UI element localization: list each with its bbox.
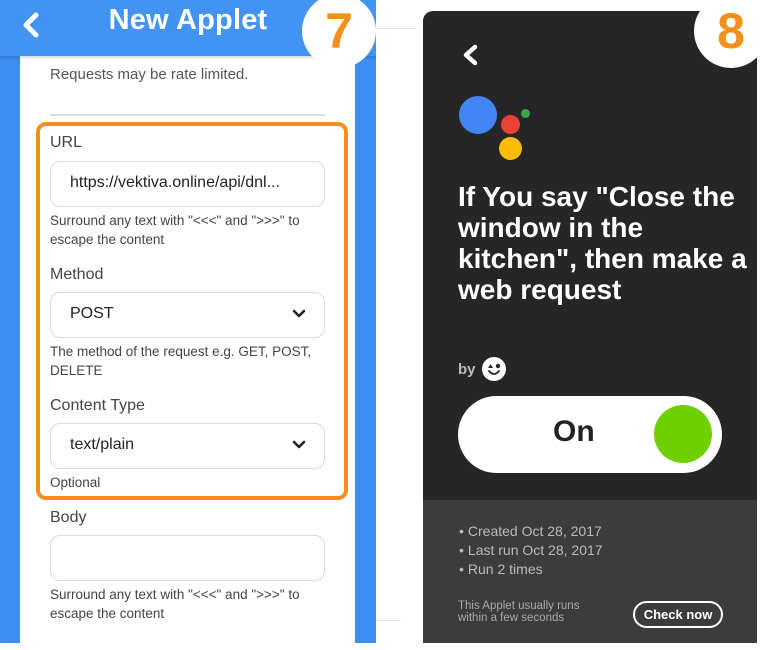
chevron-down-icon [292, 440, 306, 449]
chevron-down-icon [292, 309, 306, 318]
method-select[interactable]: POST [50, 292, 325, 338]
divider [376, 28, 416, 29]
green-dot [521, 109, 530, 118]
applet-title: If You say "Close the window in the kitc… [458, 181, 747, 305]
content-type-select[interactable]: text/plain [50, 423, 325, 469]
form-card: Requests may be rate limited. URL https:… [20, 56, 355, 643]
applet-detail-screen: If You say "Close the window in the kitc… [423, 11, 757, 643]
url-helper: Surround any text with "<<<" and ">>>" t… [50, 213, 300, 247]
divider [50, 114, 325, 116]
avatar[interactable] [481, 357, 506, 381]
rate-limit-note: Requests may be rate limited. [50, 66, 249, 83]
applet-stats: Created Oct 28, 2017 Last run Oct 28, 20… [459, 522, 603, 579]
yellow-dot [499, 137, 522, 160]
divider [376, 620, 401, 621]
url-input[interactable]: https://vektiva.online/api/dnl... [50, 161, 325, 207]
by-label: by [458, 360, 476, 378]
back-button[interactable] [459, 41, 483, 69]
applet-on-toggle[interactable]: On [458, 396, 722, 473]
body-helper: Surround any text with "<<<" and ">>>" t… [50, 587, 300, 621]
content-type-helper: Optional [50, 475, 101, 490]
url-value: https://vektiva.online/api/dnl... [70, 174, 280, 191]
url-label: URL [50, 134, 83, 151]
toggle-knob [654, 405, 712, 463]
google-assistant-icon [459, 96, 534, 166]
chevron-left-icon [463, 44, 478, 66]
body-input[interactable] [50, 535, 325, 581]
stat-last-run: Last run Oct 28, 2017 [459, 541, 603, 560]
blue-dot [459, 96, 497, 134]
method-value: POST [70, 305, 114, 322]
red-dot [501, 115, 520, 134]
method-label: Method [50, 266, 104, 283]
stat-created: Created Oct 28, 2017 [459, 522, 603, 541]
stat-run-count: Run 2 times [459, 560, 603, 579]
screenshot-stage: New Applet Requests may be rate limited.… [0, 0, 768, 650]
content-type-value: text/plain [70, 436, 135, 453]
applet-footer: Created Oct 28, 2017 Last run Oct 28, 20… [423, 500, 757, 643]
body-label: Body [50, 509, 87, 526]
toggle-label: On [553, 415, 595, 448]
check-now-button[interactable]: Check now [633, 601, 723, 628]
method-helper: The method of the request e.g. GET, POST… [50, 344, 312, 378]
runs-note: This Applet usually runs within a few se… [458, 600, 580, 624]
author-row: by [458, 355, 506, 383]
new-applet-screen: New Applet Requests may be rate limited.… [0, 0, 376, 643]
content-type-label: Content Type [50, 397, 145, 414]
